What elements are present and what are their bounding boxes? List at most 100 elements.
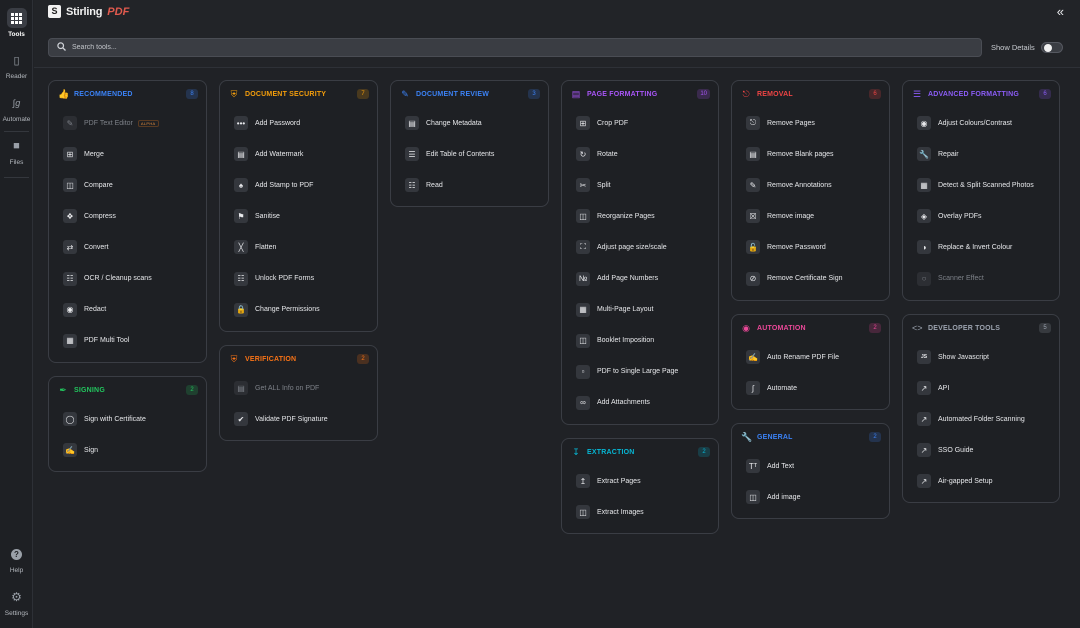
tool-item[interactable]: ↥ Extract Pages bbox=[576, 471, 712, 491]
rail-help[interactable]: ? Help bbox=[0, 544, 33, 574]
thumbs-up-icon: 👍 bbox=[58, 88, 70, 99]
tool-item[interactable]: 🔒 Change Permissions bbox=[234, 300, 371, 320]
tool-label: PDF Text Editor bbox=[84, 119, 133, 127]
tool-item[interactable]: ☷ Unlock PDF Forms bbox=[234, 269, 371, 289]
flatten-icon: ╳ bbox=[234, 240, 248, 255]
tool-item[interactable]: 🔧 Repair bbox=[917, 144, 1053, 164]
tool-item[interactable]: ☰ Edit Table of Contents bbox=[405, 144, 542, 164]
rail-settings[interactable]: ⚙ Settings bbox=[0, 587, 33, 617]
tool-item[interactable]: Tᵀ Add Text bbox=[746, 456, 883, 476]
tool-label: Convert bbox=[84, 243, 109, 251]
password-icon: ••• bbox=[234, 116, 248, 130]
tool-label: Compress bbox=[84, 212, 116, 220]
lock-icon: 🔒 bbox=[234, 302, 248, 317]
tool-item[interactable]: ••• Add Password bbox=[234, 113, 371, 133]
remove-cert-icon: ⊘ bbox=[746, 271, 760, 286]
tool-item[interactable]: ⎋ Remove Pages bbox=[746, 113, 883, 133]
tool-item[interactable]: ▤ Get ALL Info on PDF bbox=[234, 378, 371, 398]
tool-item[interactable]: ✔ Validate PDF Signature bbox=[234, 409, 371, 429]
tool-item[interactable]: ▦ Detect & Split Scanned Photos bbox=[917, 175, 1053, 195]
tool-label: Remove Annotations bbox=[767, 181, 832, 189]
book-icon: ▯ bbox=[13, 54, 20, 67]
brand[interactable]: S Stirling PDF bbox=[48, 5, 129, 18]
tool-item[interactable]: ⊘ Remove Certificate Sign bbox=[746, 269, 883, 289]
rail-reader[interactable]: ▯ Reader bbox=[0, 50, 33, 81]
rail-files[interactable]: ■ Files bbox=[0, 136, 33, 166]
tool-item[interactable]: ⊞ Merge bbox=[63, 144, 200, 164]
sanitise-icon: ⚑ bbox=[234, 209, 248, 224]
tool-item[interactable]: JS Show Javascript bbox=[917, 347, 1053, 367]
tool-item[interactable]: ↗ Air-gapped Setup bbox=[917, 471, 1053, 491]
tool-item[interactable]: ☷ OCR / Cleanup scans bbox=[63, 269, 200, 289]
tool-label: API bbox=[938, 384, 950, 392]
show-details-toggle[interactable] bbox=[1040, 42, 1063, 53]
tool-item[interactable]: ▦ PDF Multi Tool bbox=[63, 331, 200, 351]
tool-item[interactable]: ✎ PDF Text Editor ALPHA bbox=[63, 113, 200, 133]
tool-label: Booklet Imposition bbox=[597, 337, 655, 345]
category-count-badge: 7 bbox=[357, 89, 369, 99]
tool-item[interactable]: ∫ Automate bbox=[746, 378, 883, 398]
rail-tools[interactable]: Tools bbox=[0, 8, 33, 38]
remove-image-icon: ☒ bbox=[746, 209, 760, 224]
signing-icon: ✒ bbox=[59, 384, 67, 395]
tool-item[interactable]: ☷ Read bbox=[405, 175, 542, 195]
tool-item[interactable]: ▦ Multi-Page Layout bbox=[576, 300, 712, 320]
tool-item[interactable]: ♠ Add Stamp to PDF bbox=[234, 175, 371, 195]
tool-item[interactable]: ▤ Change Metadata bbox=[405, 113, 542, 133]
tool-item[interactable]: 🔓 Remove Password bbox=[746, 237, 883, 257]
tool-label: Sign with Certificate bbox=[84, 415, 146, 423]
collapse-panel-icon[interactable]: « bbox=[1057, 4, 1064, 19]
tool-item[interactable]: ✍ Sign bbox=[63, 440, 200, 460]
category-header: ✎ DOCUMENT REVIEW 3 bbox=[400, 88, 540, 100]
tool-item[interactable]: ✍ Auto Rename PDF File bbox=[746, 347, 883, 367]
tool-label: Sanitise bbox=[255, 212, 280, 220]
tool-item[interactable]: ⊞ Crop PDF bbox=[576, 113, 712, 133]
tool-label: Read bbox=[426, 181, 443, 189]
tool-label: OCR / Cleanup scans bbox=[84, 275, 152, 282]
rail-label: Reader bbox=[5, 73, 28, 80]
tool-item[interactable]: ☒ Remove image bbox=[746, 206, 883, 226]
tool-label: Automated Folder Scanning bbox=[938, 415, 1025, 423]
tool-label: PDF to Single Large Page bbox=[597, 368, 679, 376]
category-count-badge: 2 bbox=[698, 447, 710, 457]
tool-label: Add Watermark bbox=[255, 150, 304, 158]
api-icon: ↗ bbox=[917, 381, 931, 396]
tool-item[interactable]: ◫ Add image bbox=[746, 487, 883, 507]
tool-item[interactable]: ✂ Split bbox=[576, 175, 712, 195]
tool-item[interactable]: ↗ SSO Guide bbox=[917, 440, 1053, 460]
tool-item[interactable]: ▤ Add Watermark bbox=[234, 144, 371, 164]
category-card-automation: ◉ AUTOMATION 2 ✍ Auto Rename PDF File ∫ Automa… bbox=[731, 314, 890, 410]
tool-item[interactable]: ◫ Extract Images bbox=[576, 502, 712, 522]
tool-item[interactable]: ⚑ Sanitise bbox=[234, 206, 371, 226]
tool-item[interactable]: ◉ Adjust Colours/Contrast bbox=[917, 113, 1053, 133]
tool-item[interactable]: ◉ Redact bbox=[63, 300, 200, 320]
tool-item[interactable]: ▫ PDF to Single Large Page bbox=[576, 362, 712, 382]
toc-icon: ☰ bbox=[405, 147, 419, 162]
tool-label: Remove Pages bbox=[767, 119, 815, 127]
tool-item[interactable]: ◯ Sign with Certificate bbox=[63, 409, 200, 429]
tool-item[interactable]: ▤ Remove Blank pages bbox=[746, 144, 883, 164]
tool-item[interactable]: ∞ Add Attachments bbox=[576, 393, 712, 413]
tool-item[interactable]: ◑ Replace & Invert Colour bbox=[917, 237, 1053, 257]
tool-item[interactable]: ⇄ Convert bbox=[63, 237, 200, 257]
tool-item[interactable]: ╳ Flatten bbox=[234, 237, 371, 257]
tool-item[interactable]: № Add Page Numbers bbox=[576, 269, 712, 289]
rail-automate[interactable]: ∫g Automate bbox=[0, 93, 33, 123]
tool-item[interactable]: ↻ Rotate bbox=[576, 144, 712, 164]
tool-item[interactable]: ◈ Overlay PDFs bbox=[917, 206, 1053, 226]
multi-tool-icon: ▦ bbox=[63, 333, 77, 348]
tool-item[interactable]: ◫ Compare bbox=[63, 175, 200, 195]
tool-item[interactable]: ○ Scanner Effect bbox=[917, 269, 1053, 289]
tool-item[interactable]: ❖ Compress bbox=[63, 206, 200, 226]
search-input[interactable] bbox=[72, 44, 952, 51]
tool-item[interactable]: ⛶ Adjust page size/scale bbox=[576, 237, 712, 257]
review-icon: ✎ bbox=[401, 88, 409, 99]
tool-item[interactable]: ◫ Booklet Imposition bbox=[576, 331, 712, 351]
tool-item[interactable]: ✎ Remove Annotations bbox=[746, 175, 883, 195]
tool-item[interactable]: ◫ Reorganize Pages bbox=[576, 206, 712, 226]
tool-item[interactable]: ↗ API bbox=[917, 378, 1053, 398]
category-title: GENERAL bbox=[757, 433, 793, 441]
category-card-recommended: 👍 RECOMMENDED 8 ✎ PDF Text Editor ALPHA ⊞ Merge… bbox=[48, 80, 207, 363]
logo-icon: S bbox=[48, 5, 61, 18]
tool-item[interactable]: ↗ Automated Folder Scanning bbox=[917, 409, 1053, 429]
